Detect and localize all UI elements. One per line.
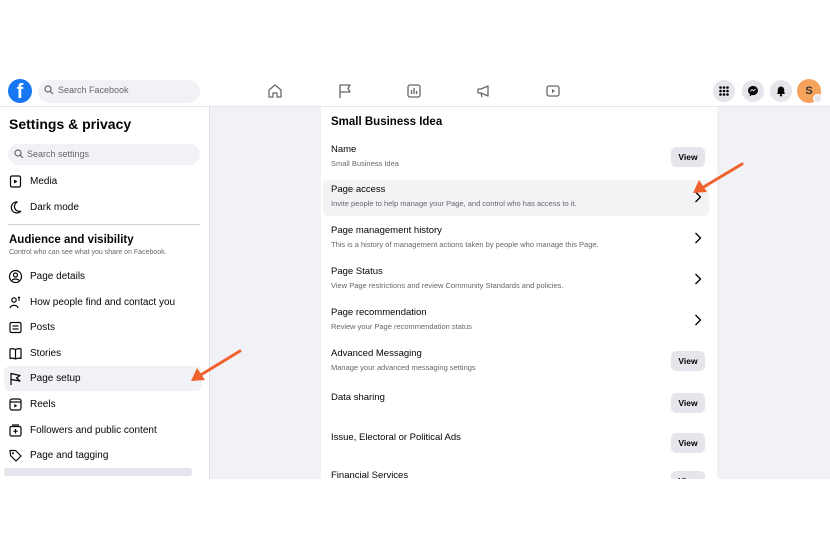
sidebar-title: Settings & privacy xyxy=(9,116,132,132)
sidebar-item-label: Page setup xyxy=(30,373,81,384)
setting-title: Page access xyxy=(331,184,386,195)
home-icon[interactable] xyxy=(266,82,284,100)
sidebar-item-label: Page and tagging xyxy=(30,450,109,461)
sidebar-item-dark-mode[interactable]: Dark mode xyxy=(4,195,202,220)
annotation-arrow-page-access xyxy=(693,162,744,193)
posts-icon xyxy=(9,321,22,334)
insights-icon[interactable] xyxy=(405,82,423,100)
setting-description: Manage your advanced messaging settings xyxy=(331,363,476,372)
sidebar-item-how-people-find[interactable]: How people find and contact you xyxy=(4,290,202,315)
setting-row-page-status[interactable]: Page Status View Page restrictions and r… xyxy=(323,262,709,298)
reels-icon xyxy=(9,398,22,411)
chevron-right-icon xyxy=(695,232,702,244)
book-icon xyxy=(9,348,22,360)
media-icon xyxy=(9,175,22,188)
sidebar-item-page-details[interactable]: Page details xyxy=(4,264,202,289)
ads-megaphone-icon[interactable] xyxy=(475,82,493,100)
sidebar-item-media[interactable]: Media xyxy=(4,169,202,194)
account-menu-chevron-icon[interactable] xyxy=(813,94,822,103)
settings-search-placeholder: Search settings xyxy=(27,149,90,159)
page-title: Small Business Idea xyxy=(331,116,443,128)
setting-title: Page Status xyxy=(331,266,383,277)
view-advanced-messaging-button[interactable]: View xyxy=(671,351,705,371)
sidebar-item-posts[interactable]: Posts xyxy=(4,315,202,340)
setting-row-political-ads: Issue, Electoral or Political Ads View xyxy=(323,423,709,459)
search-icon xyxy=(14,149,24,159)
settings-search-box[interactable]: Search settings xyxy=(8,144,200,165)
sidebar-item-stories[interactable]: Stories xyxy=(4,341,202,366)
section-title-audience: Audience and visibility xyxy=(9,234,134,246)
setting-description: This is a history of management actions … xyxy=(331,240,599,249)
page-settings-panel: Small Business Idea Name Small Business … xyxy=(321,107,717,479)
sidebar-item-label: Dark mode xyxy=(30,202,79,213)
view-data-sharing-button[interactable]: View xyxy=(671,393,705,413)
messenger-icon xyxy=(748,85,758,97)
setting-description: Small Business Idea xyxy=(331,159,399,168)
sidebar-item-page-and-tagging[interactable]: Page and tagging xyxy=(4,443,202,468)
setting-row-page-access[interactable]: Page access Invite people to help manage… xyxy=(323,180,709,216)
facebook-search-box[interactable]: Search Facebook xyxy=(38,80,200,103)
sidebar-item-label: How people find and contact you xyxy=(30,297,176,308)
sidebar-divider xyxy=(8,224,200,225)
top-navigation-bar: f Search Facebook S xyxy=(0,74,830,107)
moon-icon xyxy=(10,201,22,214)
view-political-ads-button[interactable]: View xyxy=(671,433,705,453)
view-financial-services-button[interactable]: View xyxy=(671,471,705,479)
sidebar-item-label: Reels xyxy=(30,399,56,410)
setting-description: Invite people to help manage your Page, … xyxy=(331,199,577,208)
sidebar-item-label: Followers and public content xyxy=(30,425,157,436)
setting-row-page-management-history[interactable]: Page management history This is a histor… xyxy=(323,221,709,257)
section-subtitle-audience: Control who can see what you share on Fa… xyxy=(9,249,167,256)
setting-row-name: Name Small Business Idea View xyxy=(323,140,709,176)
setting-row-page-recommendation[interactable]: Page recommendation Review your Page rec… xyxy=(323,303,709,339)
setting-title: Data sharing xyxy=(331,392,385,403)
bell-icon xyxy=(777,86,785,97)
menu-grid-button[interactable] xyxy=(713,80,735,102)
flag-icon xyxy=(10,372,21,385)
setting-title: Financial Services xyxy=(331,470,409,479)
setting-title: Issue, Electoral or Political Ads xyxy=(331,432,461,443)
search-icon xyxy=(44,85,54,95)
notifications-button[interactable] xyxy=(770,80,792,102)
facebook-window: f Search Facebook S Settings & privacy S… xyxy=(0,74,830,479)
sidebar-item-label: Media xyxy=(30,176,58,187)
sidebar-item-label: Page details xyxy=(30,271,86,282)
user-circle-icon xyxy=(8,269,23,284)
pages-flag-icon[interactable] xyxy=(336,82,354,100)
sidebar-item-page-setup[interactable]: Page setup xyxy=(4,366,202,391)
setting-description: Review your Page recommendation status xyxy=(331,322,472,331)
setting-row-financial-services: Financial Services View xyxy=(323,463,709,479)
setting-title: Name xyxy=(331,144,357,155)
setting-title: Advanced Messaging xyxy=(331,348,422,359)
people-icon xyxy=(9,296,21,309)
setting-title: Page recommendation xyxy=(331,307,427,318)
facebook-logo[interactable]: f xyxy=(8,79,32,103)
setting-description: View Page restrictions and review Commun… xyxy=(331,281,564,290)
grid-icon xyxy=(719,86,729,96)
settings-sidebar: Settings & privacy Search settings Media… xyxy=(0,107,210,479)
followers-icon xyxy=(9,424,22,437)
tag-icon xyxy=(9,449,22,462)
sidebar-item-reels[interactable]: Reels xyxy=(4,392,202,417)
sidebar-item-followers[interactable]: Followers and public content xyxy=(4,418,202,443)
annotation-arrow-page-setup xyxy=(191,349,242,381)
sidebar-item-label: Posts xyxy=(30,322,56,333)
search-placeholder: Search Facebook xyxy=(58,85,129,95)
chevron-right-icon xyxy=(695,273,702,285)
setting-title: Page management history xyxy=(331,225,442,236)
setting-row-data-sharing: Data sharing View xyxy=(323,384,709,420)
chevron-right-icon xyxy=(695,314,702,326)
setting-row-advanced-messaging: Advanced Messaging Manage your advanced … xyxy=(323,344,709,380)
messenger-button[interactable] xyxy=(742,80,764,102)
sidebar-partial-item xyxy=(4,468,192,476)
sidebar-item-label: Stories xyxy=(30,348,62,359)
watch-video-icon[interactable] xyxy=(544,82,562,100)
